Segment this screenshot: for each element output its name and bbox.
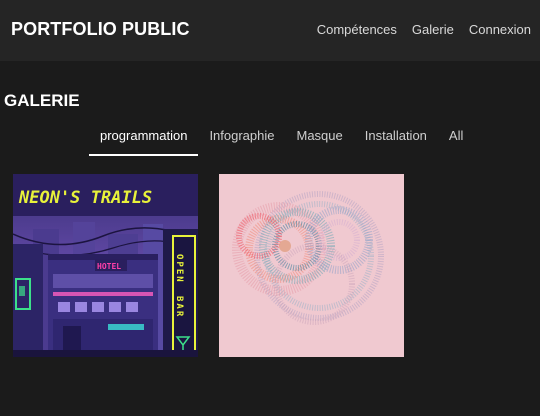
hotel-sign: HOTEL: [97, 262, 121, 271]
art-title-text: NEON'S TRAILS: [18, 188, 152, 208]
nav-link-competences[interactable]: Compétences: [317, 22, 397, 37]
gallery-item-generative-circles[interactable]: [219, 174, 404, 357]
top-navbar: PORTFOLIO PUBLIC Compétences Galerie Con…: [0, 0, 540, 61]
open-sign: OPEN: [174, 254, 184, 284]
tab-programmation[interactable]: programmation: [89, 128, 199, 156]
nav-link-galerie[interactable]: Galerie: [412, 22, 454, 37]
nav-link-connexion[interactable]: Connexion: [469, 22, 531, 37]
tab-all[interactable]: All: [438, 128, 474, 156]
generative-circles-artwork: [219, 174, 404, 357]
tab-infographie[interactable]: Infographie: [198, 128, 285, 156]
gallery-title: GALERIE: [4, 91, 80, 110]
tab-installation[interactable]: Installation: [354, 128, 438, 156]
main-nav: Compétences Galerie Connexion: [317, 22, 531, 37]
gallery-item-neon-trails[interactable]: NEON'S TRAILS HOTEL OPEN BAR: [13, 174, 198, 357]
bar-sign: BAR: [174, 296, 184, 318]
tab-masque[interactable]: Masque: [286, 128, 354, 156]
brand-title[interactable]: PORTFOLIO PUBLIC: [11, 19, 190, 40]
neon-trails-artwork: NEON'S TRAILS HOTEL OPEN BAR: [13, 174, 198, 357]
gallery-filter-tabs: programmation Infographie Masque Install…: [89, 128, 474, 156]
